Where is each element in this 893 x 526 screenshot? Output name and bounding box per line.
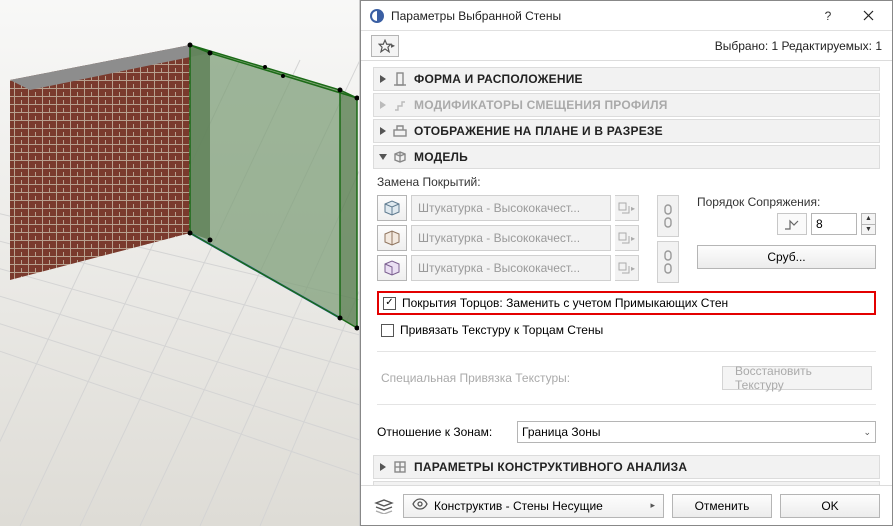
favorites-bar: ▸ Выбрано: 1 Редактируемых: 1: [361, 31, 892, 61]
link-surfaces-top[interactable]: [657, 195, 679, 237]
section-form: ФОРМА И РАСПОЛОЖЕНИЕ: [373, 67, 880, 91]
section-model: МОДЕЛЬ Замена Покрытий: Штукатурка - Выс…: [373, 145, 880, 453]
surface-name-outside[interactable]: Штукатурка - Высококачест...: [411, 195, 611, 221]
section-modifiers: МОДИФИКАТОРЫ СМЕЩЕНИЯ ПРОФИЛЯ: [373, 93, 880, 117]
surface-row-edge: Штукатурка - Высококачест... ▸: [377, 225, 639, 251]
chevron-down-icon: ⌄: [863, 427, 871, 438]
section-display: ОТОБРАЖЕНИЕ НА ПЛАНЕ И В РАЗРЕЗЕ: [373, 119, 880, 143]
eye-icon: [412, 498, 428, 513]
profile-icon: [392, 97, 408, 113]
close-button[interactable]: [848, 2, 888, 30]
custom-texture-label: Специальная Привязка Текстуры:: [381, 371, 570, 385]
chevron-right-icon: [380, 463, 386, 471]
surface-picker-outside[interactable]: ▸: [615, 195, 639, 221]
junction-order-stepper[interactable]: ▲▼: [861, 213, 876, 235]
layer-stack-icon[interactable]: [373, 496, 395, 516]
section-structural: ПАРАМЕТРЫ КОНСТРУКТИВНОГО АНАЛИЗА: [373, 455, 880, 479]
surface-picker-inside[interactable]: ▸: [615, 255, 639, 281]
layer-name: Конструктив - Стены Несущие: [434, 499, 603, 513]
favorites-button[interactable]: ▸: [371, 35, 399, 57]
section-header-structural[interactable]: ПАРАМЕТРЫ КОНСТРУКТИВНОГО АНАЛИЗА: [373, 455, 880, 479]
geometry-icon: [392, 71, 408, 87]
ok-button[interactable]: OK: [780, 494, 880, 518]
zones-label: Отношение к Зонам:: [377, 425, 507, 439]
chevron-down-icon: [379, 154, 387, 160]
end-surfaces-checkbox[interactable]: [383, 297, 396, 310]
junction-order-input[interactable]: [811, 213, 857, 235]
align-texture-checkbox[interactable]: [381, 324, 394, 337]
dialog-footer: Конструктив - Стены Несущие ▸ Отменить O…: [361, 485, 892, 525]
plan-section-icon: [392, 123, 408, 139]
surface-row-outside: Штукатурка - Высококачест... ▸: [377, 195, 639, 221]
chevron-right-icon: [380, 101, 386, 109]
cancel-button[interactable]: Отменить: [672, 494, 772, 518]
app-icon: [369, 8, 385, 24]
link-surfaces-bottom[interactable]: [657, 241, 679, 283]
zones-combo[interactable]: Граница Зоны ⌄: [517, 421, 876, 443]
log-details-button[interactable]: Сруб...: [697, 245, 876, 269]
surface-name-inside[interactable]: Штукатурка - Высококачест...: [411, 255, 611, 281]
chevron-right-icon: ▸: [650, 500, 655, 511]
surface-override-toggle-inside[interactable]: [377, 255, 407, 281]
align-texture-label: Привязать Текстуру к Торцам Стены: [400, 323, 603, 337]
surface-picker-edge[interactable]: ▸: [615, 225, 639, 251]
section-header-display[interactable]: ОТОБРАЖЕНИЕ НА ПЛАНЕ И В РАЗРЕЗЕ: [373, 119, 880, 143]
model-icon: [392, 149, 408, 165]
titlebar: Параметры Выбранной Стены ?: [361, 1, 892, 31]
override-surfaces-label: Замена Покрытий:: [377, 175, 876, 189]
chevron-right-icon: [380, 75, 386, 83]
dialog-title: Параметры Выбранной Стены: [391, 9, 808, 23]
selection-info: Выбрано: 1 Редактируемых: 1: [715, 39, 882, 53]
chevron-right-icon: [380, 127, 386, 135]
surface-name-edge[interactable]: Штукатурка - Высококачест...: [411, 225, 611, 251]
surface-override-toggle-edge[interactable]: [377, 225, 407, 251]
wall-settings-dialog: Параметры Выбранной Стены ? ▸ Выбрано: 1…: [360, 0, 893, 526]
section-header-modifiers[interactable]: МОДИФИКАТОРЫ СМЕЩЕНИЯ ПРОФИЛЯ: [373, 93, 880, 117]
end-surfaces-override-row: Покрытия Торцов: Заменить с учетом Примы…: [377, 291, 876, 315]
layer-combo[interactable]: Конструктив - Стены Несущие ▸: [403, 494, 664, 518]
help-button[interactable]: ?: [808, 2, 848, 30]
section-header-form[interactable]: ФОРМА И РАСПОЛОЖЕНИЕ: [373, 67, 880, 91]
reset-texture-button: Восстановить Текстуру: [722, 366, 872, 390]
surface-override-toggle-outside[interactable]: [377, 195, 407, 221]
3d-viewport[interactable]: [0, 0, 360, 526]
surface-row-inside: Штукатурка - Высококачест... ▸: [377, 255, 639, 281]
section-header-model[interactable]: МОДЕЛЬ: [373, 145, 880, 169]
structural-icon: [392, 459, 408, 475]
junction-order-icon: [777, 213, 807, 235]
end-surfaces-label: Покрытия Торцов: Заменить с учетом Примы…: [402, 296, 728, 310]
junction-order-label: Порядок Сопряжения:: [697, 195, 876, 209]
